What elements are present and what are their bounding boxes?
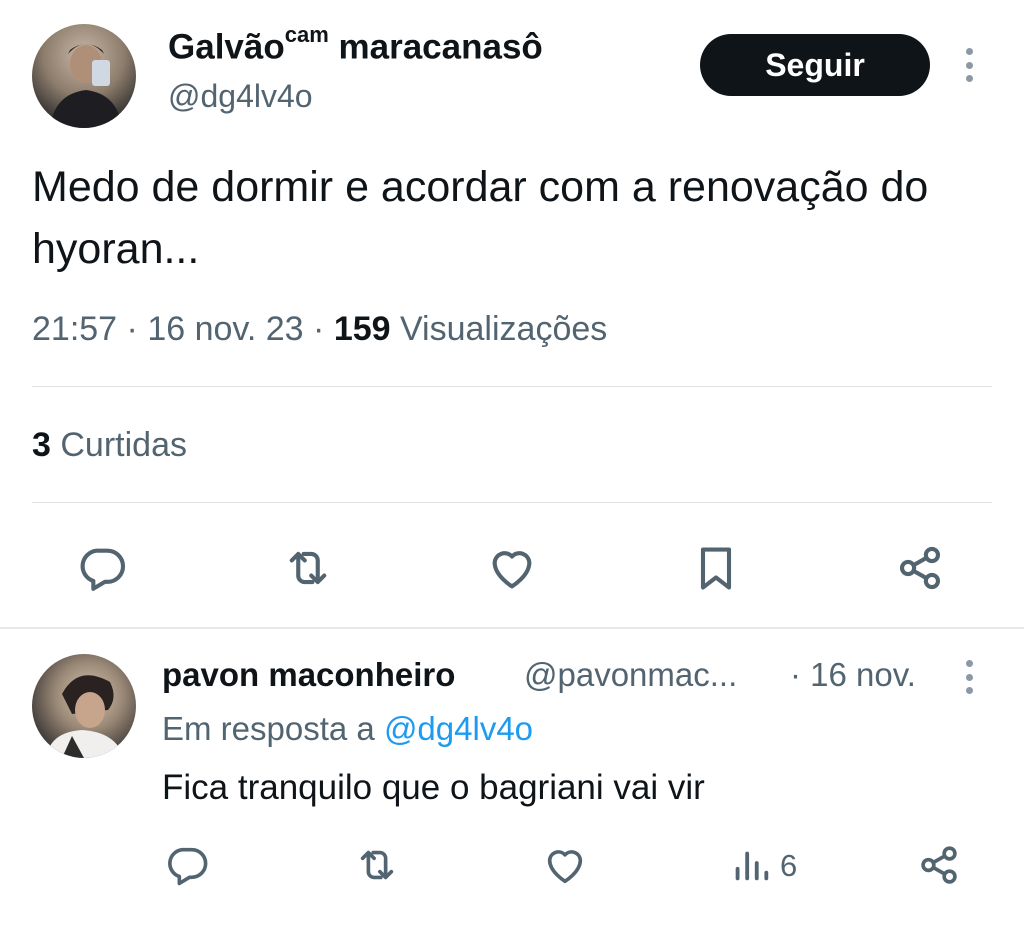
share-icon[interactable] bbox=[894, 542, 946, 594]
reply-author-avatar[interactable] bbox=[32, 654, 136, 758]
views-count: 159 bbox=[333, 310, 391, 348]
likes-label: Curtidas bbox=[50, 426, 187, 464]
likes-summary[interactable]: 3 Curtidas bbox=[32, 426, 187, 465]
section-divider bbox=[0, 627, 1024, 629]
tweet-meta: 21:57 · 16 nov. 23 · 159 Visualizações bbox=[32, 310, 608, 348]
views-icon[interactable] bbox=[728, 842, 774, 888]
reply-date[interactable]: · 16 nov. bbox=[790, 656, 916, 694]
reply-text: Fica tranquilo que o bagriani vai vir bbox=[162, 768, 705, 807]
more-icon[interactable] bbox=[966, 48, 974, 82]
tweet-text: Medo de dormir e acordar com a renovação… bbox=[32, 163, 929, 273]
divider bbox=[32, 386, 992, 387]
views-label: Visualizações bbox=[390, 310, 608, 348]
retweet-icon[interactable] bbox=[354, 842, 400, 888]
reply-icon[interactable] bbox=[164, 842, 210, 888]
reply-display-name[interactable]: pavon maconheiro bbox=[162, 656, 455, 694]
bookmark-icon[interactable] bbox=[690, 542, 742, 594]
reply-views-count: 6 bbox=[780, 848, 798, 883]
share-icon[interactable] bbox=[916, 842, 962, 888]
reply-icon[interactable] bbox=[76, 542, 128, 594]
author-avatar[interactable] bbox=[32, 24, 136, 128]
heart-icon[interactable] bbox=[486, 542, 538, 594]
tweet-time[interactable]: 21:57 bbox=[32, 310, 117, 348]
replying-to-mention[interactable]: @dg4lv4o bbox=[384, 710, 533, 747]
follow-button[interactable]: Seguir bbox=[700, 34, 930, 96]
replying-to: Em resposta a @dg4lv4o bbox=[162, 710, 534, 747]
heart-icon[interactable] bbox=[542, 842, 588, 888]
likes-count: 3 bbox=[32, 426, 51, 464]
reply-handle[interactable]: @pavonmac... bbox=[524, 656, 737, 694]
author-display-name[interactable]: Galvãocam maracanasô bbox=[168, 22, 543, 68]
retweet-icon[interactable] bbox=[282, 542, 334, 594]
divider bbox=[32, 502, 992, 503]
tweet-date[interactable]: 16 nov. 23 bbox=[147, 310, 303, 348]
author-handle[interactable]: @dg4lv4o bbox=[168, 78, 313, 115]
more-icon[interactable] bbox=[966, 660, 974, 694]
